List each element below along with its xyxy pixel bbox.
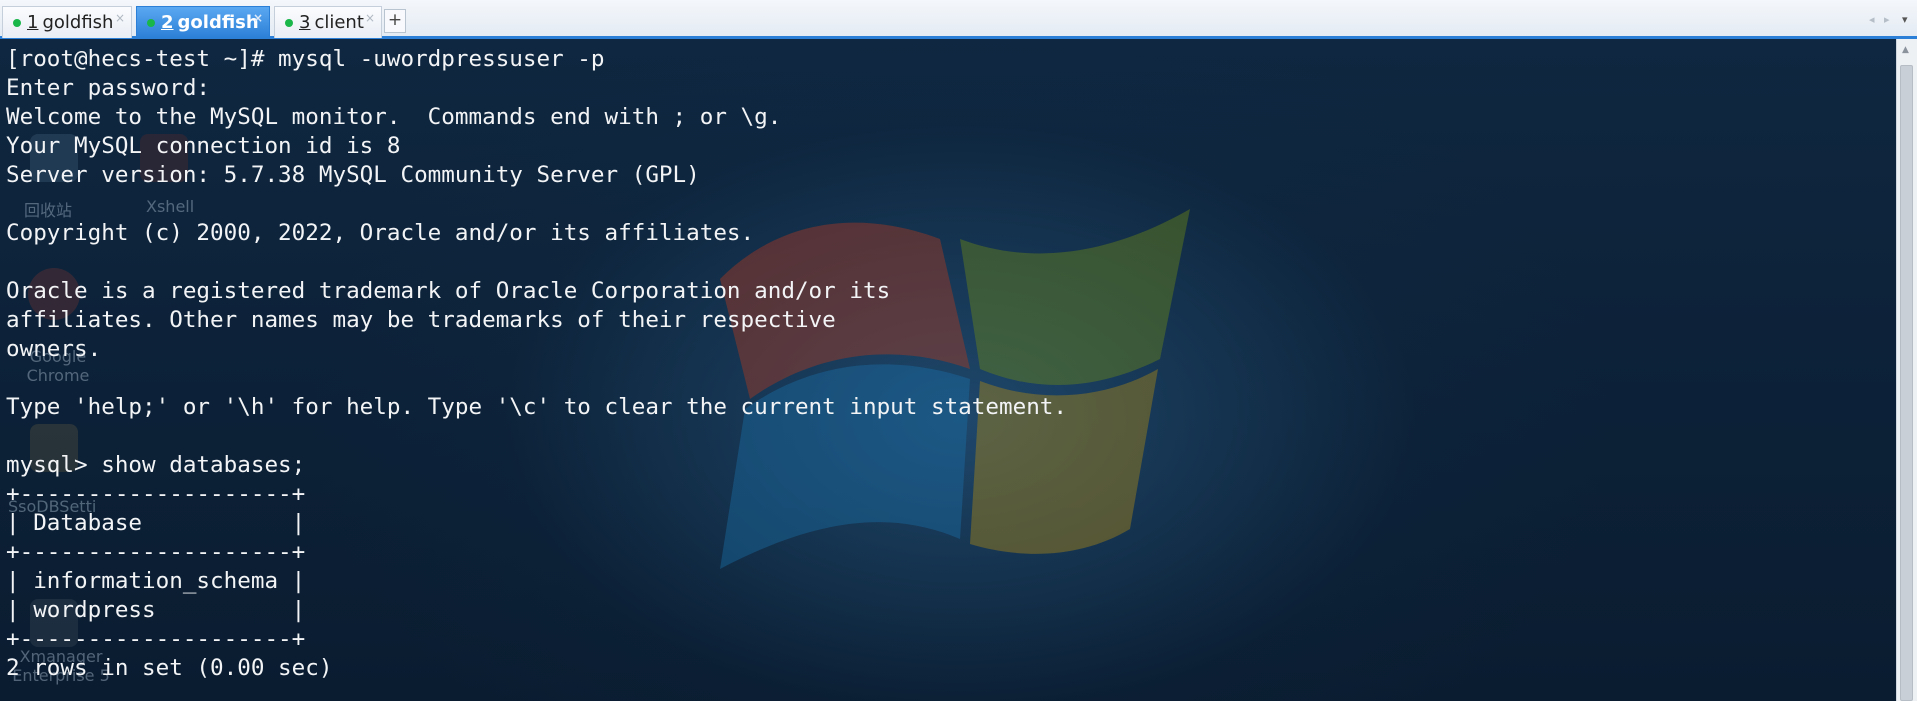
vertical-scrollbar[interactable]: ▲ xyxy=(1896,39,1917,701)
terminal-line: Enter password: xyxy=(6,75,211,101)
terminal-output-area[interactable]: 回收站 Xshell Google Chrome SsoDBSetti Xman… xyxy=(0,39,1896,701)
tab-number: 3 xyxy=(299,12,311,33)
terminal-line: affiliates. Other names may be trademark… xyxy=(6,307,836,333)
tab-number: 2 xyxy=(161,12,174,33)
close-tab-icon[interactable]: × xyxy=(115,11,125,25)
terminal-line: +--------------------+ xyxy=(6,481,306,507)
connected-status-icon xyxy=(147,18,155,27)
terminal-line: owners. xyxy=(6,336,102,362)
terminal-line: +--------------------+ xyxy=(6,626,306,652)
terminal-line: Type 'help;' or '\h' for help. Type '\c'… xyxy=(6,394,1068,420)
session-tab-3[interactable]: 3 client × xyxy=(274,6,382,38)
close-tab-icon[interactable]: × xyxy=(365,11,375,25)
terminal-line: Welcome to the MySQL monitor. Commands e… xyxy=(6,104,782,130)
tab-scroll-left-icon[interactable]: ◂ xyxy=(1869,13,1875,26)
terminal-line: Copyright (c) 2000, 2022, Oracle and/or … xyxy=(6,220,755,246)
tab-number: 1 xyxy=(27,12,39,33)
session-tab-1[interactable]: 1 goldfish × xyxy=(2,6,132,38)
add-tab-button[interactable]: + xyxy=(384,9,406,33)
session-tab-bar: 1 goldfish × 2 goldfish × 3 client × + ◂… xyxy=(0,0,1917,39)
terminal-line: Oracle is a registered trademark of Orac… xyxy=(6,278,891,304)
tab-title: client xyxy=(314,12,364,33)
tab-title: goldfish xyxy=(42,12,114,33)
terminal-line: [root@hecs-test ~]# mysql -uwordpressuse… xyxy=(6,46,605,72)
terminal-line: | wordpress | xyxy=(6,597,306,623)
session-tab-2[interactable]: 2 goldfish × xyxy=(136,6,270,38)
terminal-line: +--------------------+ xyxy=(6,539,306,565)
close-tab-icon[interactable]: × xyxy=(253,11,263,25)
scroll-up-arrow-icon[interactable]: ▲ xyxy=(1902,45,1909,55)
terminal-line: mysql> show databases; xyxy=(6,452,306,478)
tab-scroll-right-icon[interactable]: ▸ xyxy=(1884,13,1890,26)
terminal-text[interactable]: [root@hecs-test ~]# mysql -uwordpressuse… xyxy=(6,45,1067,683)
connected-status-icon xyxy=(285,18,293,27)
tab-title: goldfish xyxy=(177,12,259,33)
terminal-line: Your MySQL connection id is 8 xyxy=(6,133,401,159)
connected-status-icon xyxy=(13,18,21,27)
tab-list-menu-icon[interactable]: ▾ xyxy=(1902,13,1908,26)
terminal-line: | information_schema | xyxy=(6,568,306,594)
terminal-line: | Database | xyxy=(6,510,306,536)
terminal-line: 2 rows in set (0.00 sec) xyxy=(6,655,333,681)
scrollbar-thumb[interactable] xyxy=(1900,65,1913,701)
terminal-line: Server version: 5.7.38 MySQL Community S… xyxy=(6,162,700,188)
